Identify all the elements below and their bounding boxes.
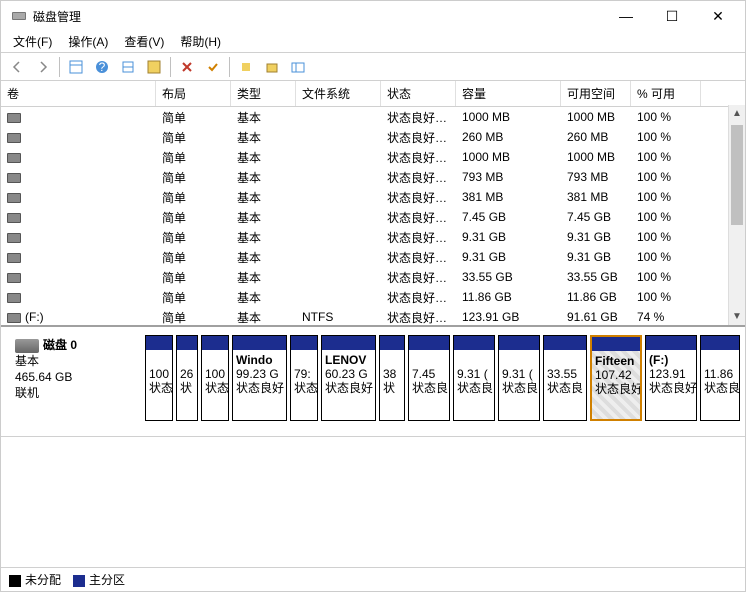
table-row[interactable]: 简单基本状态良好 (...11.86 GB11.86 GB100 %: [1, 287, 745, 307]
table-row[interactable]: 简单基本状态良好 (...793 MB793 MB100 %: [1, 167, 745, 187]
tool3-button[interactable]: [286, 55, 310, 79]
table-row[interactable]: 简单基本状态良好 (...381 MB381 MB100 %: [1, 187, 745, 207]
swatch-black-icon: [9, 575, 21, 587]
window-title: 磁盘管理: [33, 8, 603, 25]
table-row[interactable]: 简单基本状态良好 (...9.31 GB9.31 GB100 %: [1, 247, 745, 267]
partition[interactable]: LENOV60.23 G状态良好: [321, 335, 376, 421]
tool1-button[interactable]: [234, 55, 258, 79]
partition[interactable]: 7.45状态良: [408, 335, 450, 421]
menu-help[interactable]: 帮助(H): [172, 31, 229, 52]
partition[interactable]: (F:)123.91状态良好: [645, 335, 697, 421]
partition[interactable]: 100状态: [201, 335, 229, 421]
table-body[interactable]: 简单基本状态良好 (...1000 MB1000 MB100 %简单基本状态良好…: [1, 107, 745, 327]
table-row[interactable]: 简单基本状态良好 (...1000 MB1000 MB100 %: [1, 147, 745, 167]
col-filesystem[interactable]: 文件系统: [296, 81, 381, 106]
partitions: 100状态 26状 100状态Windo99.23 G状态良好 79:状态LEN…: [145, 331, 741, 421]
view-button[interactable]: [64, 55, 88, 79]
table-row[interactable]: 简单基本状态良好 (...1000 MB1000 MB100 %: [1, 107, 745, 127]
forward-button[interactable]: [31, 55, 55, 79]
swatch-navy-icon: [73, 575, 85, 587]
table-row[interactable]: (F:)简单基本NTFS状态良好 (...123.91 GB91.61 GB74…: [1, 307, 745, 327]
app-icon: [11, 8, 27, 24]
minimize-button[interactable]: —: [603, 1, 649, 31]
back-button[interactable]: [5, 55, 29, 79]
partition[interactable]: 26状: [176, 335, 198, 421]
col-capacity[interactable]: 容量: [456, 81, 561, 106]
col-status[interactable]: 状态: [381, 81, 456, 106]
close-button[interactable]: ✕: [695, 1, 741, 31]
partition[interactable]: 79:状态: [290, 335, 318, 421]
disk-state: 联机: [15, 385, 135, 401]
titlebar: 磁盘管理 — ☐ ✕: [1, 1, 745, 31]
legend-unalloc: 未分配: [9, 571, 61, 588]
disk-map: 磁盘 0 基本 465.64 GB 联机 100状态 26状 100状态Wind…: [1, 327, 745, 437]
settings-button[interactable]: [116, 55, 140, 79]
menubar: 文件(F) 操作(A) 查看(V) 帮助(H): [1, 31, 745, 53]
partition[interactable]: 9.31 (状态良: [453, 335, 495, 421]
col-pct[interactable]: % 可用: [631, 81, 701, 106]
help-button[interactable]: ?: [90, 55, 114, 79]
disk-info[interactable]: 磁盘 0 基本 465.64 GB 联机: [5, 331, 145, 432]
apply-button[interactable]: [201, 55, 225, 79]
disk-label: 磁盘 0: [43, 338, 77, 352]
scroll-down-icon[interactable]: ▼: [729, 308, 745, 325]
scroll-thumb[interactable]: [731, 125, 743, 225]
disk-icon: [15, 339, 39, 353]
legend-primary: 主分区: [73, 571, 125, 588]
menu-file[interactable]: 文件(F): [5, 31, 60, 52]
table-row[interactable]: 简单基本状态良好 (...7.45 GB7.45 GB100 %: [1, 207, 745, 227]
menu-action[interactable]: 操作(A): [60, 31, 116, 52]
partition[interactable]: 100状态: [145, 335, 173, 421]
tool2-button[interactable]: [260, 55, 284, 79]
partition[interactable]: Fifteen107.42状态良好: [590, 335, 642, 421]
partition[interactable]: 33.55状态良: [543, 335, 587, 421]
col-volume[interactable]: 卷: [1, 81, 156, 106]
refresh-button[interactable]: [142, 55, 166, 79]
remove-button[interactable]: [175, 55, 199, 79]
col-layout[interactable]: 布局: [156, 81, 231, 106]
toolbar: ?: [1, 53, 745, 81]
disk-size: 465.64 GB: [15, 369, 135, 385]
partition[interactable]: 11.86状态良: [700, 335, 740, 421]
partition[interactable]: 9.31 (状态良: [498, 335, 540, 421]
table-header: 卷 布局 类型 文件系统 状态 容量 可用空间 % 可用: [1, 81, 745, 107]
scrollbar[interactable]: ▲ ▼: [728, 105, 745, 325]
col-free[interactable]: 可用空间: [561, 81, 631, 106]
scroll-up-icon[interactable]: ▲: [729, 105, 745, 122]
legend: 未分配 主分区: [1, 567, 745, 591]
partition[interactable]: 38状: [379, 335, 405, 421]
disk-type: 基本: [15, 353, 135, 369]
table-row[interactable]: 简单基本状态良好 (...9.31 GB9.31 GB100 %: [1, 227, 745, 247]
table-row[interactable]: 简单基本状态良好 (...260 MB260 MB100 %: [1, 127, 745, 147]
svg-text:?: ?: [99, 60, 106, 74]
volume-table: 卷 布局 类型 文件系统 状态 容量 可用空间 % 可用 简单基本状态良好 (.…: [1, 81, 745, 327]
menu-view[interactable]: 查看(V): [116, 31, 172, 52]
table-row[interactable]: 简单基本状态良好 (...33.55 GB33.55 GB100 %: [1, 267, 745, 287]
spacer: [1, 437, 745, 567]
maximize-button[interactable]: ☐: [649, 1, 695, 31]
partition[interactable]: Windo99.23 G状态良好: [232, 335, 287, 421]
col-type[interactable]: 类型: [231, 81, 296, 106]
